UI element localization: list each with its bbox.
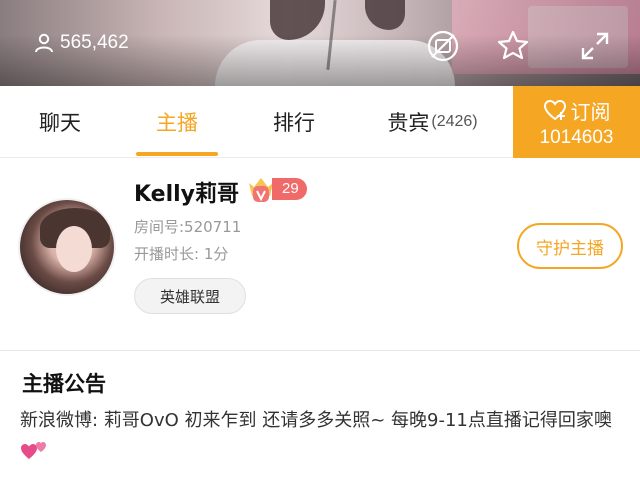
subscribe-count: 1014603 xyxy=(539,126,614,148)
viewer-count: 565,462 xyxy=(34,32,129,54)
avatar-detail xyxy=(56,226,92,272)
person-icon xyxy=(35,33,53,53)
host-name: Kelly莉哥 xyxy=(134,182,240,207)
tab-host[interactable]: 主播 xyxy=(136,86,218,158)
wukong-logo-icon xyxy=(510,454,528,472)
tab-rank-label: 排行 xyxy=(273,111,315,135)
watermark-text: 悟空问答 xyxy=(532,456,588,472)
category-tag[interactable]: 英雄联盟 xyxy=(134,278,246,314)
level-number: 29 xyxy=(272,178,307,200)
heart-plus-icon xyxy=(543,99,566,121)
tab-chat[interactable]: 聊天 xyxy=(20,86,100,158)
tab-chat-label: 聊天 xyxy=(39,111,81,135)
avatar[interactable] xyxy=(18,198,116,296)
hearts-icon xyxy=(21,442,46,459)
no-barrage-icon[interactable] xyxy=(425,28,461,64)
level-badge: 29 xyxy=(244,172,307,206)
section-divider xyxy=(0,350,640,351)
category-label: 英雄联盟 xyxy=(159,287,220,306)
active-tab-indicator xyxy=(136,152,218,156)
tab-vip-label: 贵宾 xyxy=(387,111,430,135)
tab-host-label: 主播 xyxy=(156,111,198,135)
star-icon[interactable] xyxy=(495,28,531,64)
tab-rank[interactable]: 排行 xyxy=(254,86,334,158)
viewer-count-value: 565,462 xyxy=(60,32,129,53)
tab-vip-count: (2426) xyxy=(431,113,478,130)
video-player[interactable]: 565,462 xyxy=(0,0,640,86)
guard-host-label: 守护主播 xyxy=(536,238,604,259)
tab-vip[interactable]: 贵宾 (2426) xyxy=(370,86,495,158)
announcement-title: 主播公告 xyxy=(22,372,106,396)
announcement-text: 新浪微博: 莉哥OvO 初来乍到 还请多多关照~ 每晚9-11点直播记得回家噢 xyxy=(20,410,612,431)
subscribe-label: 订阅 xyxy=(570,99,611,124)
room-id: 房间号:520711 xyxy=(134,218,242,236)
stream-duration: 开播时长: 1分 xyxy=(134,245,229,263)
guard-host-button[interactable]: 守护主播 xyxy=(517,223,623,269)
watermark: 悟空问答 xyxy=(506,450,636,476)
fullscreen-icon[interactable] xyxy=(577,28,613,64)
subscribe-button[interactable]: 订阅 1014603 xyxy=(513,86,640,158)
